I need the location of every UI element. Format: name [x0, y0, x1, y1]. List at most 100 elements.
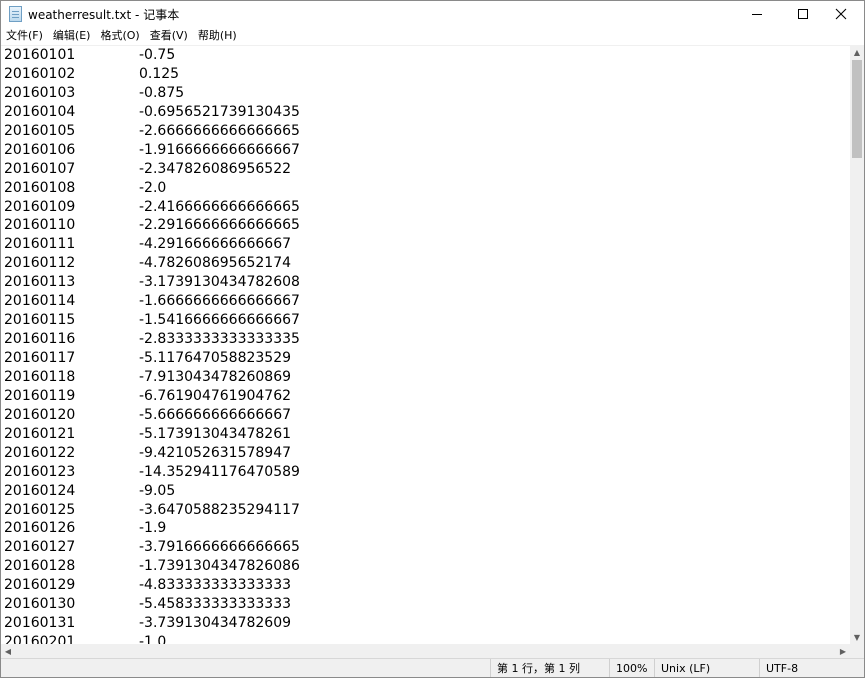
line-value: -14.352941176470589 — [139, 463, 300, 480]
line-date: 20160123 — [4, 463, 76, 480]
minimize-icon — [752, 13, 762, 15]
line-value: -2.0 — [139, 179, 167, 196]
text-line: 20160121 -5.173913043478261 — [1, 425, 850, 444]
text-line: 20160108 -2.0 — [1, 179, 850, 198]
text-line: 20160104 -0.6956521739130435 — [1, 103, 850, 122]
line-date: 20160129 — [4, 577, 76, 594]
text-line: 20160129 -4.833333333333333 — [1, 576, 850, 595]
text-line: 20160109 -2.4166666666666665 — [1, 198, 850, 217]
close-icon — [835, 8, 847, 20]
cursor-position: 第 1 行，第 1 列 — [490, 659, 608, 677]
text-line: 20160105 -2.6666666666666665 — [1, 122, 850, 141]
text-line: 20160106 -1.9166666666666667 — [1, 141, 850, 160]
line-date: 20160108 — [4, 179, 76, 196]
line-date: 20160104 — [4, 103, 76, 120]
vertical-scrollbar[interactable]: ▲ ▼ — [850, 45, 864, 644]
line-date: 20160110 — [4, 217, 76, 234]
minimize-button[interactable] — [734, 1, 780, 27]
line-value: -4.833333333333333 — [139, 577, 292, 594]
line-date: 20160118 — [4, 368, 76, 385]
text-line: 20160128 -1.7391304347826086 — [1, 557, 850, 576]
line-value: -0.875 — [139, 84, 185, 101]
line-value: -1.9 — [139, 520, 167, 537]
menu-file[interactable]: 文件(F) — [1, 27, 48, 45]
text-editor[interactable]: 20160101 -0.75 20160102 0.125 20160103 -0.875… — [1, 45, 850, 644]
text-line: 20160124 -9.05 — [1, 482, 850, 501]
line-date: 20160113 — [4, 274, 76, 291]
line-date: 20160117 — [4, 350, 76, 366]
line-date: 20160116 — [4, 331, 76, 348]
line-date: 20160120 — [4, 406, 76, 423]
line-date: 20160201 — [4, 634, 76, 644]
text-line: 20160115 -1.5416666666666667 — [1, 311, 850, 330]
status-bar: 第 1 行，第 1 列 100% Unix (LF) UTF-8 — [1, 658, 864, 677]
text-line: 20160123 -14.352941176470589 — [1, 463, 850, 482]
text-line: 20160101 -0.75 — [1, 46, 850, 65]
text-line: 20160102 0.125 — [1, 65, 850, 84]
line-value: -2.347826086956522 — [139, 160, 292, 177]
line-value: -1.9166666666666667 — [139, 141, 300, 158]
text-line: 20160110 -2.2916666666666665 — [1, 216, 850, 235]
text-line: 20160107 -2.347826086956522 — [1, 160, 850, 179]
line-value: -3.739130434782609 — [139, 615, 292, 632]
line-value: -5.666666666666667 — [139, 406, 292, 423]
text-line: 20160127 -3.7916666666666665 — [1, 538, 850, 557]
zoom-level: 100% — [609, 659, 653, 677]
line-value: -2.2916666666666665 — [139, 217, 300, 234]
line-value: -2.8333333333333335 — [139, 331, 300, 348]
scroll-down-arrow-icon[interactable]: ▼ — [850, 630, 864, 644]
line-value: -2.6666666666666665 — [139, 122, 300, 139]
line-date: 20160101 — [4, 47, 76, 63]
menu-edit[interactable]: 编辑(E) — [48, 27, 96, 45]
line-value: -1.0 — [139, 634, 167, 644]
title-bar[interactable]: weatherresult.txt - 记事本 — [1, 1, 864, 27]
notepad-window: weatherresult.txt - 记事本 文件(F) 编辑(E) 格式(O… — [0, 0, 865, 678]
text-line: 20160111 -4.291666666666667 — [1, 235, 850, 254]
maximize-icon — [798, 9, 808, 19]
line-value: -3.1739130434782608 — [139, 274, 300, 291]
scroll-up-arrow-icon[interactable]: ▲ — [850, 45, 864, 59]
line-date: 20160130 — [4, 596, 76, 613]
horizontal-scrollbar[interactable]: ◀ ▶ — [1, 644, 850, 658]
line-date: 20160111 — [4, 236, 76, 253]
window-title: weatherresult.txt - 记事本 — [28, 8, 180, 22]
text-line: 20160119 -6.761904761904762 — [1, 387, 850, 406]
line-value: -3.6470588235294117 — [139, 501, 300, 518]
scroll-right-arrow-icon[interactable]: ▶ — [836, 644, 850, 658]
line-date: 20160121 — [4, 425, 76, 442]
line-value: -1.5416666666666667 — [139, 312, 300, 329]
menu-format[interactable]: 格式(O) — [95, 27, 144, 45]
text-line: 20160125 -3.6470588235294117 — [1, 501, 850, 520]
line-date: 20160103 — [4, 84, 76, 101]
text-line: 20160112 -4.782608695652174 — [1, 254, 850, 273]
text-line: 20160131 -3.739130434782609 — [1, 614, 850, 633]
line-date: 20160115 — [4, 312, 76, 329]
menu-help[interactable]: 帮助(H) — [193, 27, 242, 45]
vertical-scroll-thumb[interactable] — [852, 60, 862, 158]
scroll-left-arrow-icon[interactable]: ◀ — [1, 644, 15, 658]
line-value: -9.05 — [139, 482, 176, 499]
menu-view[interactable]: 查看(V) — [145, 27, 193, 45]
line-date: 20160122 — [4, 444, 76, 461]
line-date: 20160114 — [4, 293, 76, 310]
line-value: -4.782608695652174 — [139, 255, 292, 272]
line-date: 20160102 — [4, 65, 76, 82]
line-date: 20160109 — [4, 198, 76, 215]
menu-bar: 文件(F) 编辑(E) 格式(O) 查看(V) 帮助(H) — [1, 27, 864, 45]
line-value: -5.117647058823529 — [139, 350, 292, 366]
text-line: 20160103 -0.875 — [1, 84, 850, 103]
line-date: 20160106 — [4, 141, 76, 158]
line-value: -6.761904761904762 — [139, 387, 292, 404]
line-value: -7.913043478260869 — [139, 368, 292, 385]
text-line: 20160118 -7.913043478260869 — [1, 368, 850, 387]
line-date: 20160127 — [4, 539, 76, 556]
text-line: 20160201 -1.0 — [1, 633, 850, 644]
line-ending: Unix (LF) — [654, 659, 758, 677]
encoding: UTF-8 — [759, 659, 864, 677]
line-date: 20160131 — [4, 615, 76, 632]
line-date: 20160105 — [4, 122, 76, 139]
text-line: 20160113 -3.1739130434782608 — [1, 273, 850, 292]
line-date: 20160126 — [4, 520, 76, 537]
close-button[interactable] — [818, 1, 864, 27]
line-date: 20160125 — [4, 501, 76, 518]
